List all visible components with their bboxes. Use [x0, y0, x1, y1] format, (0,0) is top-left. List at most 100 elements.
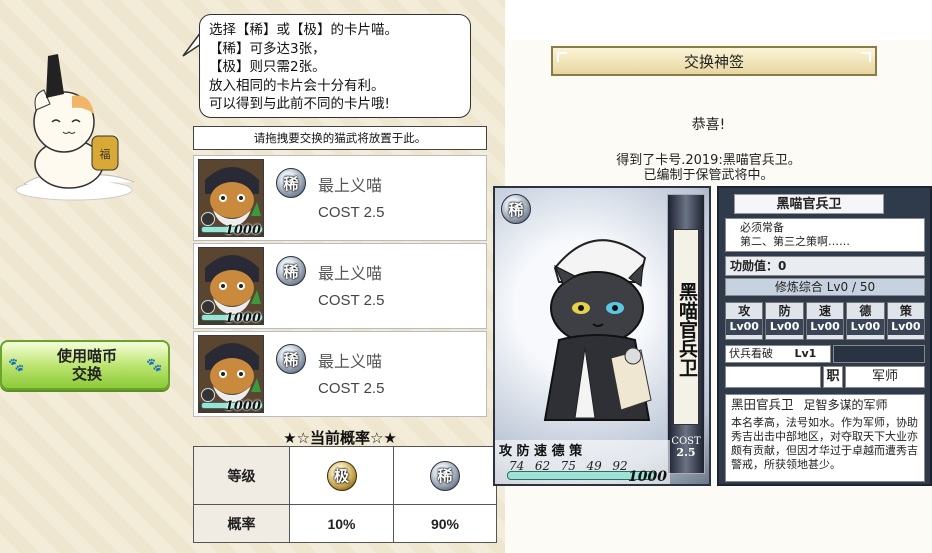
- attr-label: 策: [899, 304, 912, 318]
- card-thumbnail: 1000: [198, 159, 264, 237]
- rarity-badge: 稀: [501, 194, 531, 224]
- info-card-name: 黑喵官兵卫: [734, 194, 884, 214]
- troop-skill-row: 伏兵看破 Lv1: [725, 345, 925, 363]
- dialog-top-bg: [505, 0, 932, 40]
- congrats-text: 恭喜!: [691, 117, 726, 133]
- attr-strategy: 策 Lv00: [886, 302, 926, 340]
- troop-skill-name: 伏兵看破: [729, 347, 773, 360]
- card-cost: COST 2.5: [318, 204, 385, 221]
- svg-text:福: 福: [100, 147, 111, 161]
- card-thumbnail: 1000: [198, 335, 264, 413]
- bubble-line: 放入相同的卡片会十分有利。: [209, 77, 385, 94]
- attr-attack: 攻 Lv00: [725, 302, 764, 340]
- rarity-badge: 极: [326, 460, 357, 491]
- exchange-button-line: 使用喵币: [56, 347, 117, 365]
- bubble-line: 【极】则只需2张。: [209, 59, 326, 75]
- troop-skill: 伏兵看破 Lv1: [725, 345, 831, 363]
- attr-label: 防: [778, 304, 791, 318]
- attr-label: 攻: [738, 304, 751, 318]
- obtain-line: 得到了卡号.2019:黑喵官兵卫。: [616, 153, 801, 168]
- role-value: 军师: [845, 366, 925, 388]
- obtain-message: 得到了卡号.2019:黑喵官兵卫。 已编制于保管武将中。: [505, 153, 912, 183]
- black-cat-warrior-image: [543, 239, 652, 421]
- bubble-line: 选择【稀】或【极】的卡片喵。: [209, 22, 398, 38]
- selected-card-slot[interactable]: 1000 稀 最上义喵 COST 2.5: [193, 155, 487, 241]
- card-name: 黑喵官兵卫: [676, 281, 698, 377]
- training-level: 修炼综合 Lv0 / 50: [725, 278, 925, 296]
- rarity-badge: 稀: [430, 460, 460, 491]
- paw-icon: 🐾: [8, 358, 25, 373]
- attr-lv: Lv00: [887, 319, 925, 335]
- dialog-title-text: 交换神签: [683, 52, 744, 71]
- bio-box: 黑田官兵卫 足智多谋的军师 本名孝高，法号如水。作为军师，协助秀吉出击中部地区，…: [725, 394, 925, 482]
- card-name-frame: 黑喵官兵卫: [673, 229, 699, 425]
- attr-label: 速: [819, 304, 832, 318]
- attribute-levels: 攻 Lv00 防 Lv00 速 Lv00 德 Lv00 策 Lv00: [725, 302, 926, 340]
- card-hp: 1000: [224, 399, 261, 413]
- card-hp: 1000: [224, 311, 261, 325]
- rate-title: ★☆当前概率☆★: [283, 429, 397, 447]
- selected-card-list: 1000 稀 最上义喵 COST 2.5 1000 稀 最上义喵 COST 2.…: [193, 155, 487, 419]
- attr-lv: Lv00: [847, 319, 884, 335]
- bio-header: 黑田官兵卫 足智多谋的军师: [731, 397, 919, 413]
- speech-bubble: 选择【稀】或【极】的卡片喵。 【稀】可多达3张， 【极】则只需2张。 放入相同的…: [199, 14, 471, 118]
- card-cost-badge: COST 2.5: [669, 436, 703, 458]
- bubble-line: 【稀】可多达3张，: [209, 40, 326, 57]
- exchange-panel: 福 选择【稀】或【极】的卡片喵。 【稀】可多达3张， 【极】则只需2张。 放入相…: [0, 0, 505, 553]
- skill-box: 必须常备 第二、第三之策啊……: [725, 218, 925, 252]
- card-thumbnail: 1000: [198, 247, 264, 325]
- card-nameplate: 黑喵官兵卫: [667, 194, 705, 474]
- result-card[interactable]: 稀 黑喵官兵卫 COST 2.5 攻 防 速 德 策 74 62 75 49 9…: [493, 186, 711, 486]
- sword-icon: [201, 388, 215, 402]
- bio-name: 黑田官兵卫: [731, 397, 794, 412]
- mascot-cat-image: 福: [15, 54, 135, 201]
- result-dialog: 交换神签 恭喜! 得到了卡号.2019:黑喵官兵卫。 已编制于保管武将中。 稀 …: [493, 0, 932, 553]
- rate-table: 等级 极 稀 概率 10% 90%: [193, 446, 497, 543]
- skill-desc: 第二、第三之策啊……: [740, 235, 850, 248]
- card-hp: 1000: [224, 223, 261, 237]
- card-hp: 1000: [628, 469, 667, 485]
- troop-skill-level: Lv1: [794, 347, 817, 360]
- selected-card-slot[interactable]: 1000 稀 最上义喵 COST 2.5: [193, 331, 487, 417]
- card-cost: COST 2.5: [318, 292, 385, 309]
- attr-virtue: 德 Lv00: [846, 302, 885, 340]
- card-info-panel: 黑喵官兵卫 必须常备 第二、第三之策啊…… 功勋值：0 修炼综合 Lv0 / 5…: [717, 186, 932, 486]
- corner-ornament: [861, 52, 871, 62]
- skill-title: 必须常备: [740, 221, 784, 234]
- rate-header: 概率: [193, 504, 290, 543]
- corner-ornament: [557, 52, 567, 62]
- attr-lv: Lv00: [766, 319, 803, 335]
- selected-card-slot[interactable]: 1000 稀 最上义喵 COST 2.5: [193, 243, 487, 329]
- empty-slot: [833, 345, 925, 363]
- exchange-with-coins-button[interactable]: 🐾 使用喵币 交换 🐾: [0, 340, 170, 390]
- empty-slot: [725, 366, 821, 388]
- attr-label: 德: [859, 304, 872, 318]
- card-skill: 最上义喵: [318, 352, 383, 371]
- card-cost: COST 2.5: [318, 380, 385, 397]
- attr-lv: Lv00: [806, 319, 844, 335]
- role-label: 职: [823, 366, 843, 388]
- cost-value: 2.5: [676, 446, 696, 459]
- paw-icon: 🐾: [146, 358, 163, 373]
- grade-header: 等级: [193, 446, 290, 505]
- rate-value: 90%: [393, 504, 497, 543]
- grade-cell: 稀: [393, 446, 497, 505]
- bio-text: 本名孝高，法号如水。作为军师，协助秀吉出击中部地区，对夺取天下大业亦颇有贡献，但…: [731, 416, 918, 471]
- stat-labels: 攻 防 速 德 策: [499, 444, 583, 459]
- merit-value: 功勋值：0: [725, 256, 925, 276]
- obtain-line: 已编制于保管武将中。: [643, 168, 774, 183]
- card-skill: 最上义喵: [318, 264, 383, 283]
- attr-speed: 速 Lv00: [805, 302, 845, 340]
- grade-cell: 极: [289, 446, 394, 505]
- rarity-badge: 稀: [276, 344, 306, 374]
- role-row: 职 军师: [725, 366, 925, 388]
- sword-icon: [201, 212, 215, 226]
- sword-icon: [201, 300, 215, 314]
- exchange-button-label: 使用喵币 交换: [30, 347, 144, 383]
- bubble-line: 可以得到与此前不同的卡片哦!: [209, 96, 390, 112]
- exchange-button-line: 交换: [71, 365, 102, 383]
- bio-tag: 足智多谋的军师: [803, 398, 888, 412]
- rarity-badge: 稀: [276, 168, 306, 198]
- drop-zone-hint[interactable]: 请拖拽要交换的猫武将放置于此。: [193, 126, 487, 150]
- card-skill: 最上义喵: [318, 176, 383, 195]
